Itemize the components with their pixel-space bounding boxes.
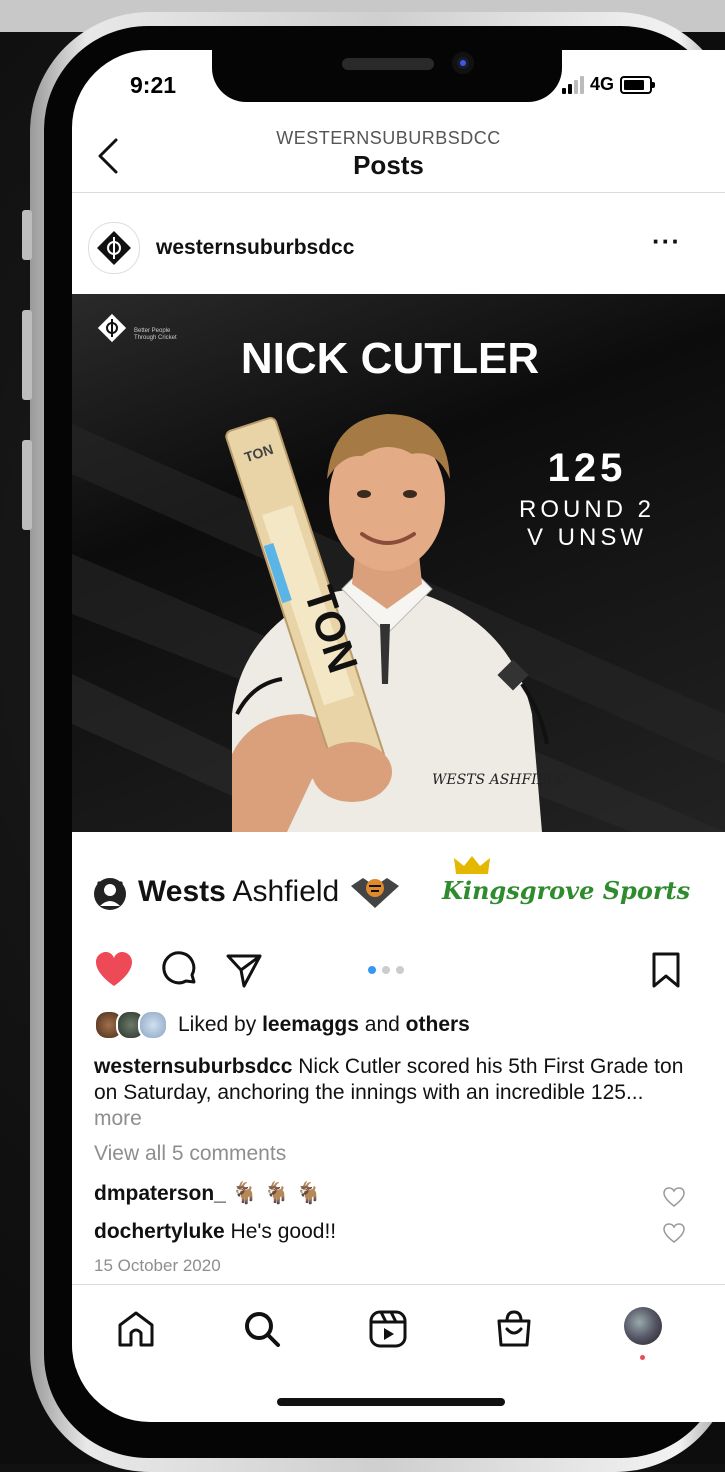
status-time: 9:21 — [130, 72, 177, 98]
svg-text:WESTS ASHFIELD: WESTS ASHFIELD — [432, 772, 567, 788]
phone-volume-up — [22, 310, 32, 400]
caption-username[interactable]: westernsuburbsdcc — [94, 1055, 292, 1078]
wests-ashfield-logo: Wests Ashfield — [90, 872, 403, 912]
ashfield-word: Ashfield — [225, 875, 340, 908]
magpie-icon — [94, 878, 126, 910]
camera — [452, 52, 474, 74]
post-actions — [72, 948, 725, 998]
crown-icon — [454, 856, 490, 874]
comment-username[interactable]: dmpaterson_ — [94, 1182, 226, 1205]
player-name: NICK CUTLER — [240, 334, 540, 383]
comment-like-heart-icon[interactable] — [662, 1186, 686, 1208]
notch — [212, 50, 562, 102]
phone-screen: 9:21 4G WESTERNSUBURBSDCC Posts westerns… — [72, 50, 725, 1422]
comment-like-heart-icon[interactable] — [662, 1222, 686, 1244]
post-image[interactable]: Better People Through Cricket NICK CUTLE… — [72, 294, 725, 832]
home-indicator[interactable] — [277, 1398, 505, 1406]
more-link[interactable]: more — [94, 1107, 142, 1130]
kingsgrove-sports-logo: Kingsgrove Sports — [442, 876, 691, 905]
share-icon[interactable] — [222, 948, 266, 992]
likes-text: Liked by leemaggs and others — [178, 1013, 470, 1036]
post-header: westernsuburbsdcc ··· — [72, 200, 725, 294]
speaker — [342, 58, 434, 70]
wests-word: Wests — [138, 875, 226, 908]
battery-icon — [620, 75, 656, 94]
bookmark-icon[interactable] — [644, 948, 688, 992]
network-type: 4G — [590, 74, 615, 94]
reels-icon[interactable] — [366, 1307, 410, 1351]
view-all-comments-link[interactable]: View all 5 comments — [94, 1142, 286, 1166]
page-title: Posts — [353, 150, 424, 180]
comment-icon[interactable] — [158, 948, 202, 992]
more-options-icon[interactable]: ··· — [652, 226, 681, 257]
home-icon[interactable] — [114, 1307, 158, 1351]
phone-volume-down — [22, 440, 32, 530]
status-indicators: 4G — [562, 74, 656, 95]
comment: dochertyluke He's good!! — [94, 1220, 654, 1244]
likes-row[interactable]: Liked by leemaggs and others — [94, 1010, 470, 1040]
page-header: WESTERNSUBURBSDCC Posts — [72, 124, 725, 193]
liker-others[interactable]: others — [406, 1013, 470, 1036]
phone-mute-switch — [22, 210, 32, 260]
post-caption: westernsuburbsdcc Nick Cutler scored his… — [94, 1054, 694, 1132]
comment-text: 🐐 🐐 🐐 — [225, 1182, 322, 1205]
heart-icon[interactable] — [92, 948, 136, 992]
signal-icon — [562, 75, 584, 94]
tiger-icon — [351, 878, 400, 908]
liker-avatar — [138, 1010, 168, 1040]
shop-icon[interactable] — [492, 1307, 536, 1351]
post-username[interactable]: westernsuburbsdcc — [156, 236, 354, 260]
club-avatar[interactable] — [88, 222, 140, 274]
notification-dot — [640, 1355, 645, 1360]
sponsor-banner: Wests Ashfield Kingsgrove Sports — [72, 832, 725, 952]
comment-username[interactable]: dochertyluke — [94, 1220, 225, 1243]
header-account: WESTERNSUBURBSDCC — [276, 128, 501, 148]
bottom-tab-bar — [72, 1284, 725, 1369]
comment: dmpaterson_ 🐐 🐐 🐐 — [94, 1182, 654, 1206]
post-date: 15 October 2020 — [94, 1256, 221, 1275]
player-photo: WESTS ASHFIELD TON TON — [225, 414, 567, 832]
liker-name[interactable]: leemaggs — [262, 1013, 359, 1036]
search-icon[interactable] — [240, 1307, 284, 1351]
comment-text: He's good!! — [224, 1220, 337, 1243]
profile-avatar[interactable] — [624, 1307, 662, 1345]
carousel-indicator — [368, 966, 404, 974]
